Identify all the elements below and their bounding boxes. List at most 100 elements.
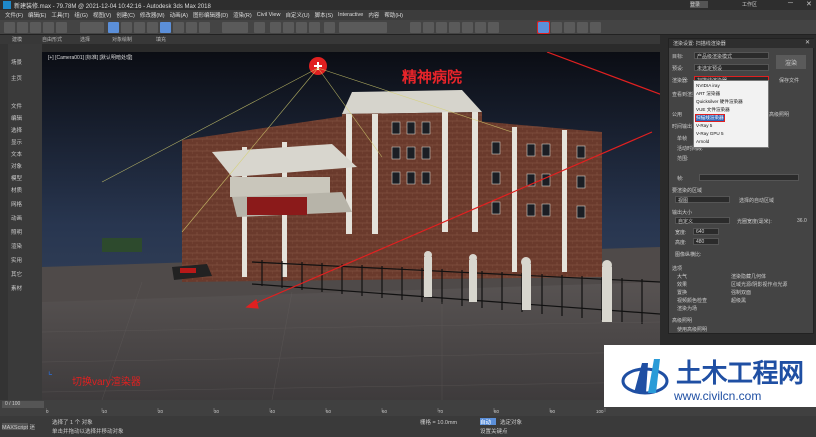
dialog-close-icon[interactable]: ✕ [805,39,810,46]
dialog-titlebar[interactable]: 渲染设置: 扫描线渲染器 ✕ [669,39,815,48]
menu-edit[interactable]: 编辑(E) [28,11,46,19]
selection-filter-dropdown[interactable] [80,22,104,33]
tab-common[interactable]: 公用 [672,111,682,118]
key-filter-dropdown[interactable]: 选定对象 [500,418,522,426]
select-icon[interactable] [108,22,119,33]
tab-modeling[interactable]: 建模 [12,36,22,43]
opt-effects[interactable]: 效果 [677,281,687,288]
unlink-icon[interactable] [43,22,54,33]
auto-region-checkbox[interactable]: 选择的自动区域 [739,197,774,204]
cmd-item[interactable]: 对象 [11,162,22,170]
workspace-label[interactable]: 工作区 [742,1,757,8]
pivot-icon[interactable] [254,22,265,33]
menu-graph-editors[interactable]: 图形编辑器(D) [193,11,228,19]
cmd-item[interactable]: 主页 [11,74,22,82]
link-icon[interactable] [30,22,41,33]
opt-video-color-check[interactable]: 视频颜色检查 [677,297,707,304]
spinner-snap-icon[interactable] [309,22,320,33]
frames-input[interactable] [699,174,799,181]
align-icon[interactable] [423,22,434,33]
scale-icon[interactable] [186,22,197,33]
menu-rendering[interactable]: 渲染(R) [233,11,252,19]
tab-selection[interactable]: 选择 [80,36,90,43]
viewport-label[interactable]: [+] [Camera001] [标准] [默认明暗处理] [48,54,132,61]
named-selection-dropdown[interactable] [339,22,387,33]
render-production-icon[interactable] [564,22,575,33]
a360-gallery-icon[interactable] [590,22,601,33]
minimize-icon[interactable]: ─ [788,0,793,7]
maxscript-listener[interactable]: MAXScript 迷 [2,423,35,431]
target-dropdown[interactable]: 产品级渲染模式 [694,52,769,60]
output-size-dropdown[interactable]: 自定义 [675,217,730,225]
tab-freeform[interactable]: 自由形式 [42,36,62,43]
render-in-cloud-icon[interactable] [577,22,588,33]
cmd-item[interactable]: 场景 [11,58,22,66]
schematic-view-icon[interactable] [475,22,486,33]
renderer-option[interactable]: VUE 文件渲染器 [696,107,730,113]
close-icon[interactable]: ✕ [806,0,812,8]
set-key-button[interactable]: 设置关键点 [480,427,508,435]
menu-modifiers[interactable]: 修改器(M) [140,11,165,19]
renderer-option-vray[interactable]: V-Ray 5 [696,123,712,128]
opt-area-lights[interactable]: 区域光源/阴影视作点光源 [731,281,787,288]
rendered-frame-window-icon[interactable] [551,22,562,33]
snap-toggle-icon[interactable] [270,22,281,33]
opt-render-to-fields[interactable]: 渲染为场 [677,305,697,312]
menu-animation[interactable]: 动画(A) [170,11,188,19]
area-dropdown[interactable]: 视图 [675,196,730,204]
percent-snap-icon[interactable] [296,22,307,33]
user-login[interactable]: 登录 [690,1,708,8]
camera-viewport[interactable] [42,52,660,400]
undo-icon[interactable] [4,22,15,33]
preset-dropdown[interactable]: 未选定预设 [694,64,769,72]
cmd-item[interactable]: 文件 [11,102,22,110]
menu-file[interactable]: 文件(F) [5,11,23,19]
cmd-item[interactable]: 选择 [11,126,22,134]
bind-icon[interactable] [56,22,67,33]
cmd-item[interactable]: 编辑 [11,114,22,122]
cmd-item[interactable]: 照明 [11,228,22,236]
menu-create[interactable]: 创建(C) [116,11,135,19]
menu-tools[interactable]: 工具(T) [51,11,69,19]
edit-named-sets-icon[interactable] [324,22,335,33]
rotate-icon[interactable] [173,22,184,33]
redo-icon[interactable] [17,22,28,33]
menu-customize[interactable]: 自定义(U) [285,11,309,19]
opt-render-hidden[interactable]: 渲染隐藏几何体 [731,273,766,280]
reference-coord-dropdown[interactable] [222,22,248,33]
material-editor-icon[interactable] [488,22,499,33]
frames-radio[interactable]: 帧: [677,175,683,182]
render-button[interactable]: 渲染 [776,55,806,69]
width-input[interactable]: 640 [693,228,719,235]
place-icon[interactable] [199,22,210,33]
cmd-item[interactable]: 实用 [11,256,22,264]
menu-help[interactable]: 帮助(H) [384,11,403,19]
menu-scripting[interactable]: 脚本(S) [315,11,333,19]
layer-manager-icon[interactable] [436,22,447,33]
renderer-option[interactable]: Arnold [696,139,709,144]
single-frame-radio[interactable]: 单帧 [677,135,687,142]
window-crossing-icon[interactable] [147,22,158,33]
cmd-item[interactable]: 模型 [11,174,22,182]
menu-civil-view[interactable]: Civil View [257,12,281,18]
mirror-icon[interactable] [410,22,421,33]
save-file-checkbox[interactable]: 保存文件 [779,77,799,84]
cmd-item[interactable]: 渲染 [11,242,22,250]
cmd-item[interactable]: 材质 [11,186,22,194]
auto-key-button[interactable]: 自动 [480,418,496,426]
rect-select-icon[interactable] [134,22,145,33]
menu-content[interactable]: 内容 [368,11,379,19]
opt-displacement[interactable]: 置换 [677,289,687,296]
cmd-item[interactable]: 素材 [11,284,22,292]
cmd-item[interactable]: 网格 [11,200,22,208]
renderer-option[interactable]: Quicksilver 硬件渲染器 [696,99,743,105]
time-slider[interactable]: 0 / 100 [2,401,44,408]
renderer-option[interactable]: V-Ray GPU 5 [696,131,724,136]
cmd-item[interactable]: 文本 [11,150,22,158]
curve-editor-icon[interactable] [462,22,473,33]
aperture-value[interactable]: 36.0 [797,218,807,224]
opt-atmospherics[interactable]: 大气 [677,273,687,280]
cmd-item[interactable]: 显示 [11,138,22,146]
height-input[interactable]: 480 [693,238,719,245]
range-radio[interactable]: 范围: [677,155,688,162]
